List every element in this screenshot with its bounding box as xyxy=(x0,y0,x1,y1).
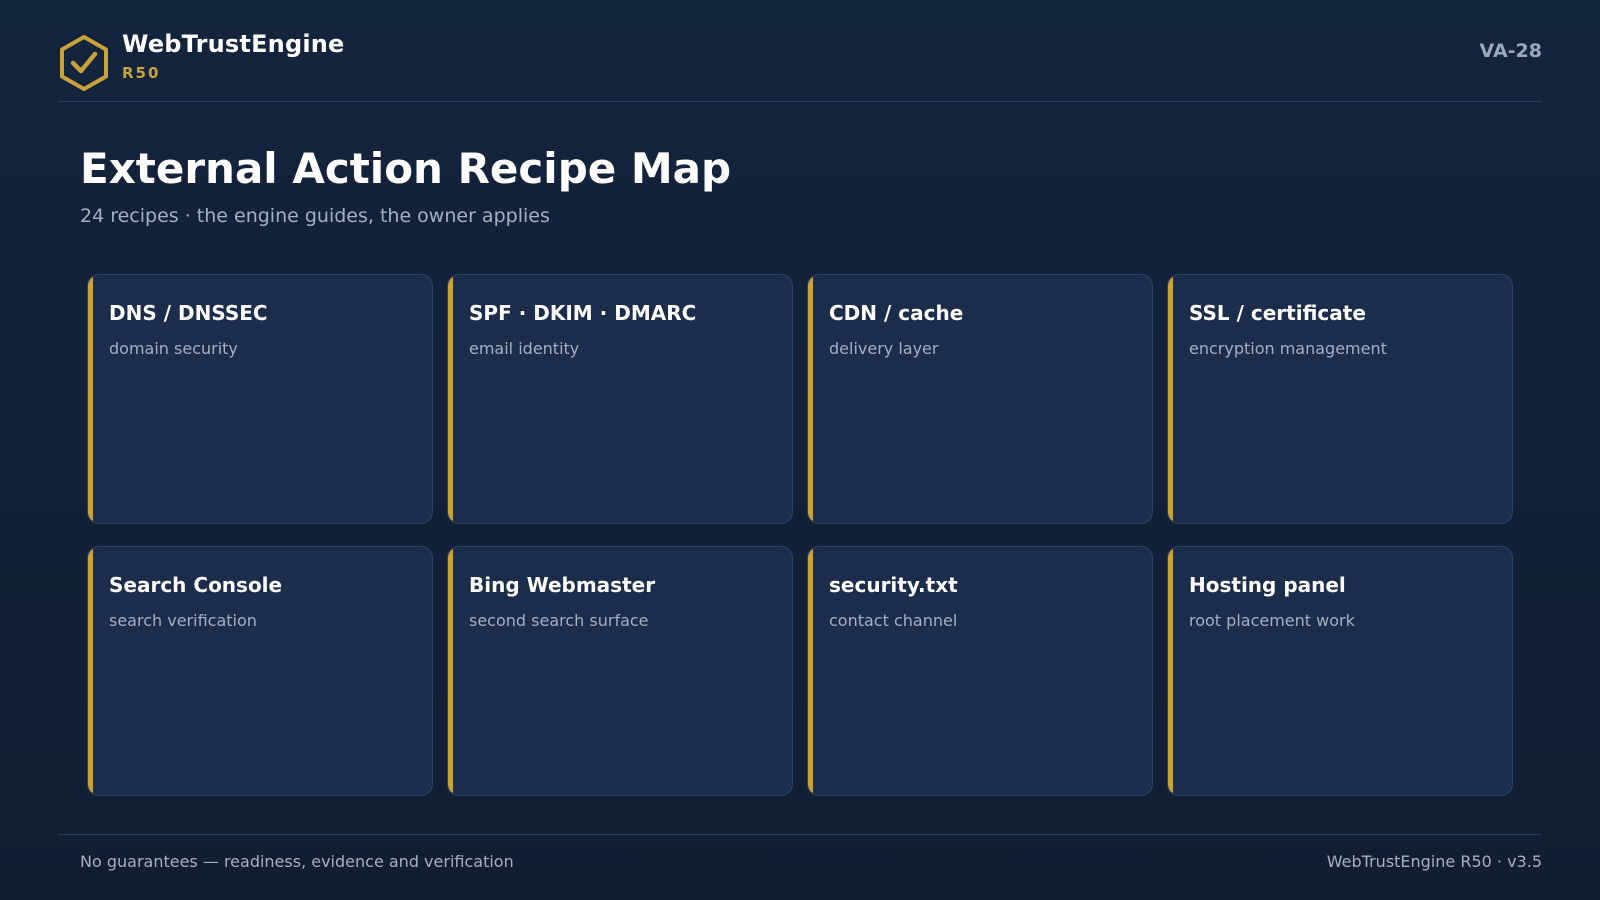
brand-release: R50 xyxy=(122,64,161,82)
recipe-card-email-auth[interactable]: SPF · DKIM · DMARC email identity xyxy=(447,274,793,524)
recipe-grid: DNS / DNSSEC domain security SPF · DKIM … xyxy=(87,274,1513,796)
card-description: domain security xyxy=(109,339,238,358)
recipe-card-ssl[interactable]: SSL / certificate encryption management xyxy=(1167,274,1513,524)
card-title: Hosting panel xyxy=(1189,573,1346,597)
hexagon-check-icon xyxy=(60,35,108,91)
card-title: DNS / DNSSEC xyxy=(109,301,268,325)
card-description: email identity xyxy=(469,339,580,358)
card-title: SPF · DKIM · DMARC xyxy=(469,301,697,325)
recipe-card-security-txt[interactable]: security.txt contact channel xyxy=(807,546,1153,796)
card-title: Bing Webmaster xyxy=(469,573,656,597)
page-subtitle: 24 recipes · the engine guides, the owne… xyxy=(80,205,550,227)
brand-name: WebTrustEngine xyxy=(122,30,345,58)
recipe-card-dns[interactable]: DNS / DNSSEC domain security xyxy=(87,274,433,524)
footer-divider xyxy=(58,834,1542,835)
recipe-card-bing-webmaster[interactable]: Bing Webmaster second search surface xyxy=(447,546,793,796)
card-description: second search surface xyxy=(469,611,649,630)
recipe-card-hosting-panel[interactable]: Hosting panel root placement work xyxy=(1167,546,1513,796)
card-description: search verification xyxy=(109,611,257,630)
card-title: SSL / certificate xyxy=(1189,301,1366,325)
slide-code: VA-28 xyxy=(1479,40,1542,62)
card-title: security.txt xyxy=(829,573,958,597)
recipe-card-search-console[interactable]: Search Console search verification xyxy=(87,546,433,796)
card-description: delivery layer xyxy=(829,339,939,358)
footer-disclaimer: No guarantees — readiness, evidence and … xyxy=(80,852,514,871)
recipe-card-cdn[interactable]: CDN / cache delivery layer xyxy=(807,274,1153,524)
card-title: Search Console xyxy=(109,573,283,597)
page-title: External Action Recipe Map xyxy=(80,144,732,193)
card-description: contact channel xyxy=(829,611,958,630)
app-header: WebTrustEngine R50 VA-28 xyxy=(58,30,1542,102)
footer-version: WebTrustEngine R50 · v3.5 xyxy=(1326,852,1542,871)
header-divider xyxy=(58,101,1542,102)
card-description: encryption management xyxy=(1189,339,1387,358)
card-description: root placement work xyxy=(1189,611,1355,630)
card-title: CDN / cache xyxy=(829,301,964,325)
